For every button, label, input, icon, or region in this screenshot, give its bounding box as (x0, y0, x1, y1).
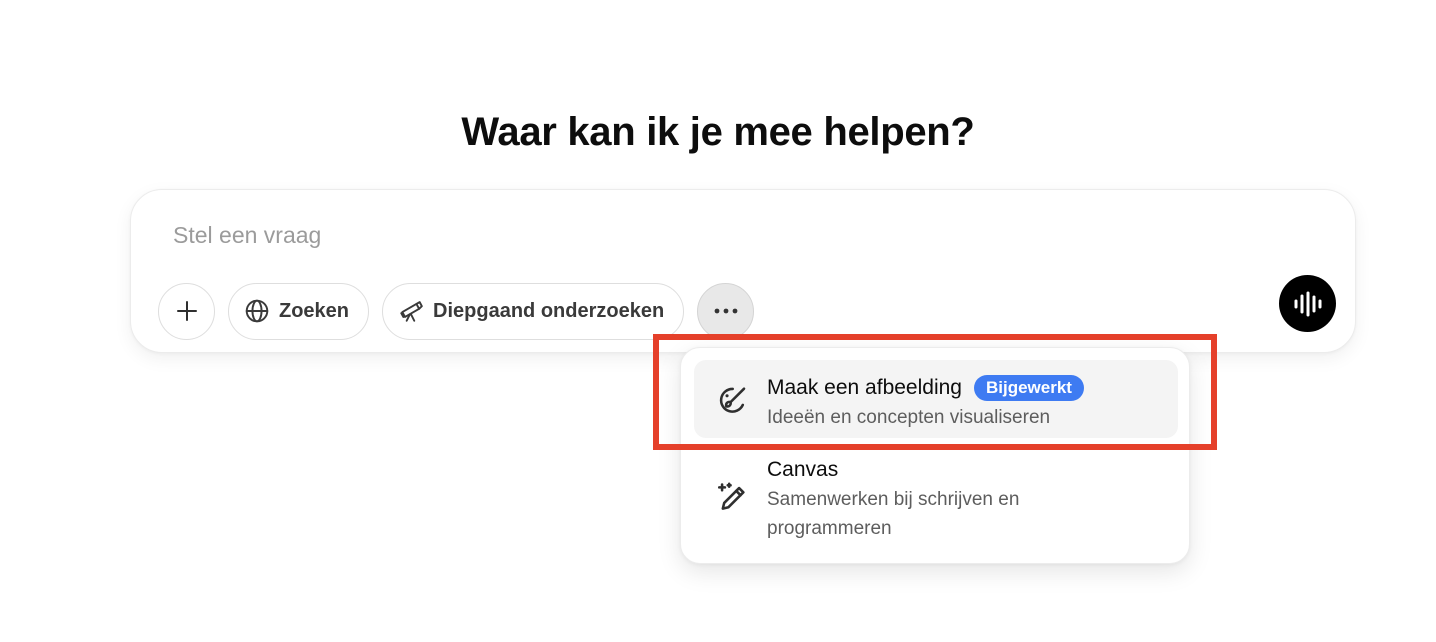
image-paint-icon (712, 380, 752, 420)
menu-item-canvas[interactable]: Canvas Samenwerken bij schrijven en prog… (694, 448, 1178, 548)
menu-item-title: Maak een afbeelding (767, 376, 962, 399)
menu-item-title: Canvas (767, 458, 839, 481)
page: Waar kan ik je mee helpen? Zoeken (0, 0, 1436, 642)
menu-item-description: Samenwerken bij schrijven en programmere… (767, 485, 1162, 543)
plus-icon (176, 301, 197, 321)
menu-item-title-row: Maak een afbeelding Bijgewerkt (767, 374, 1162, 402)
ellipsis-icon (714, 308, 738, 314)
voice-waveform-icon (1294, 291, 1321, 316)
menu-item-description-line: Samenwerken bij schrijven en (767, 489, 1020, 510)
composer-toolbar: Zoeken Diepgaand onderzoeken (158, 282, 755, 340)
composer: Zoeken Diepgaand onderzoeken (130, 189, 1356, 353)
deep-research-button[interactable]: Diepgaand onderzoeken (382, 282, 685, 340)
globe-icon (245, 299, 269, 323)
menu-item-create-image[interactable]: Maak een afbeelding Bijgewerkt Ideeën en… (694, 360, 1178, 438)
telescope-icon (400, 301, 423, 322)
search-button[interactable]: Zoeken (228, 282, 370, 340)
voice-mode-button[interactable] (1279, 275, 1336, 332)
menu-item-description: Ideeën en concepten visualiseren (767, 407, 1051, 428)
add-button[interactable] (158, 282, 215, 340)
more-tools-button[interactable] (697, 282, 755, 340)
deep-research-label: Diepgaand onderzoeken (433, 299, 665, 322)
menu-item-description-line: programmeren (767, 518, 892, 539)
canvas-pen-icon (712, 478, 752, 518)
search-button-label: Zoeken (279, 299, 350, 322)
prompt-input[interactable] (173, 218, 1173, 252)
tools-menu: Maak een afbeelding Bijgewerkt Ideeën en… (680, 347, 1190, 564)
updated-badge: Bijgewerkt (973, 375, 1084, 401)
menu-item-text: Maak een afbeelding Bijgewerkt Ideeën en… (767, 374, 1162, 432)
menu-item-text: Canvas Samenwerken bij schrijven en prog… (767, 456, 1162, 543)
page-heading: Waar kan ik je mee helpen? (461, 110, 975, 154)
